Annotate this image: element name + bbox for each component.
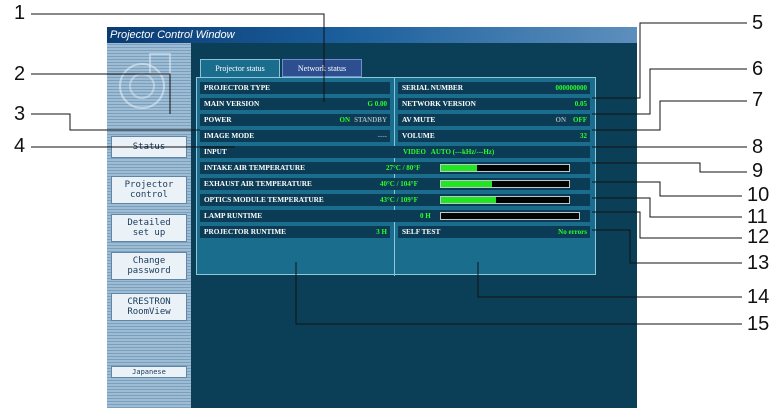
callout-4: 4 — [14, 135, 26, 157]
callout-5: 5 — [752, 12, 764, 34]
value-serial-number: 000000000 — [555, 84, 588, 92]
nav-detailed-setup-button[interactable]: Detailed set up — [111, 214, 187, 242]
nav-crestron-roomview-button[interactable]: CRESTRON RoomView — [111, 293, 187, 321]
label-volume: VOLUME — [402, 131, 435, 140]
row-projector-runtime: PROJECTOR RUNTIME 3 H — [200, 226, 390, 238]
row-exhaust-air-temperature: EXHAUST AIR TEMPERATURE 40°C / 104°F — [200, 178, 590, 190]
status-panel: PROJECTOR TYPE MAIN VERSION G 0.00 POWER… — [196, 77, 596, 276]
label-projector-runtime: PROJECTOR RUNTIME — [204, 227, 286, 236]
callout-7: 7 — [752, 89, 764, 111]
row-serial-number: SERIAL NUMBER 000000000 — [398, 82, 590, 94]
value-power-standby: STANDBY — [354, 116, 387, 124]
tab-network-status[interactable]: Network status — [282, 59, 362, 77]
row-image-mode: IMAGE MODE ---- — [200, 130, 390, 142]
tab-projector-status[interactable]: Projector status — [200, 59, 280, 77]
row-network-version: NETWORK VERSION 0.05 — [398, 98, 590, 110]
label-image-mode: IMAGE MODE — [204, 131, 255, 140]
label-intake-air-temperature: INTAKE AIR TEMPERATURE — [204, 163, 305, 172]
label-serial-number: SERIAL NUMBER — [402, 83, 464, 92]
optics-temperature-bar — [440, 196, 570, 204]
row-optics-module-temperature: OPTICS MODULE TEMPERATURE 43°C / 109°F — [200, 194, 590, 206]
callout-1: 1 — [14, 2, 26, 24]
label-power: POWER — [204, 115, 232, 124]
value-volume: 32 — [580, 132, 587, 140]
callout-10: 10 — [747, 184, 770, 206]
intake-temperature-bar-fill — [441, 165, 477, 171]
nav-projector-control-button[interactable]: Projector control — [111, 176, 187, 204]
exhaust-temperature-bar — [440, 180, 570, 188]
label-optics-module-temperature: OPTICS MODULE TEMPERATURE — [204, 195, 324, 204]
callout-8: 8 — [752, 136, 764, 158]
tab-bar: Projector status Network status — [191, 57, 637, 79]
value-av-mute-off: OFF — [573, 116, 587, 124]
row-main-version: MAIN VERSION G 0.00 — [200, 98, 390, 110]
callout-11: 11 — [747, 206, 768, 228]
label-exhaust-air-temperature: EXHAUST AIR TEMPERATURE — [204, 179, 312, 188]
nav-status-button[interactable]: Status — [111, 136, 187, 158]
row-input: INPUT VIDEO AUTO (---kHz/---Hz) — [200, 146, 590, 158]
value-input: VIDEO AUTO (---kHz/---Hz) — [403, 148, 495, 156]
window-title: Projector Control Window — [107, 27, 637, 43]
label-input: INPUT — [204, 147, 227, 156]
logo-square-icon — [149, 53, 171, 75]
label-main-version: MAIN VERSION — [204, 99, 260, 108]
value-image-mode: ---- — [377, 132, 387, 140]
callout-15: 15 — [747, 313, 770, 335]
value-lamp-runtime: 0 H — [420, 212, 431, 220]
value-power-on: ON — [339, 116, 351, 124]
value-projector-runtime: 3 H — [376, 228, 387, 236]
callout-3: 3 — [14, 103, 26, 125]
exhaust-temperature-bar-fill — [441, 181, 493, 187]
callout-9: 9 — [752, 160, 764, 182]
column-divider — [394, 78, 395, 276]
value-intake-air-temperature: 27°C / 80°F — [386, 164, 421, 172]
label-network-version: NETWORK VERSION — [402, 99, 476, 108]
callout-14: 14 — [747, 286, 770, 308]
sidebar: Status Projector control Detailed set up… — [107, 43, 191, 408]
row-lamp-runtime: LAMP RUNTIME 0 H — [200, 210, 590, 222]
label-av-mute: AV MUTE — [402, 115, 436, 124]
value-optics-module-temperature: 43°C / 109°F — [380, 196, 418, 204]
value-self-test: No errors — [558, 228, 587, 236]
callout-2: 2 — [14, 63, 26, 85]
projector-control-window: Projector Control Window Status Projecto… — [107, 27, 637, 408]
row-self-test: SELF TEST No errors — [398, 226, 590, 238]
lamp-runtime-bar — [440, 212, 580, 220]
optics-temperature-bar-fill — [441, 197, 497, 203]
label-projector-type: PROJECTOR TYPE — [204, 83, 271, 92]
main-content: Projector status Network status PROJECTO… — [191, 43, 637, 408]
value-network-version: 0.05 — [574, 100, 587, 108]
nav-japanese-button[interactable]: Japanese — [111, 366, 187, 378]
row-volume: VOLUME 32 — [398, 130, 590, 142]
label-lamp-runtime: LAMP RUNTIME — [204, 211, 263, 220]
row-projector-type: PROJECTOR TYPE — [200, 82, 390, 94]
callout-12: 12 — [747, 226, 770, 248]
intake-temperature-bar — [440, 164, 570, 172]
value-main-version: G 0.00 — [367, 100, 387, 108]
row-power: POWER ON STANDBY — [200, 114, 390, 126]
value-av-mute-on: ON — [555, 116, 567, 124]
callout-13: 13 — [747, 252, 770, 274]
label-self-test: SELF TEST — [402, 227, 441, 236]
callout-6: 6 — [752, 58, 764, 80]
row-intake-air-temperature: INTAKE AIR TEMPERATURE 27°C / 80°F — [200, 162, 590, 174]
nav-change-password-button[interactable]: Change password — [111, 252, 187, 280]
row-av-mute: AV MUTE ON OFF — [398, 114, 590, 126]
value-exhaust-air-temperature: 40°C / 104°F — [380, 180, 418, 188]
